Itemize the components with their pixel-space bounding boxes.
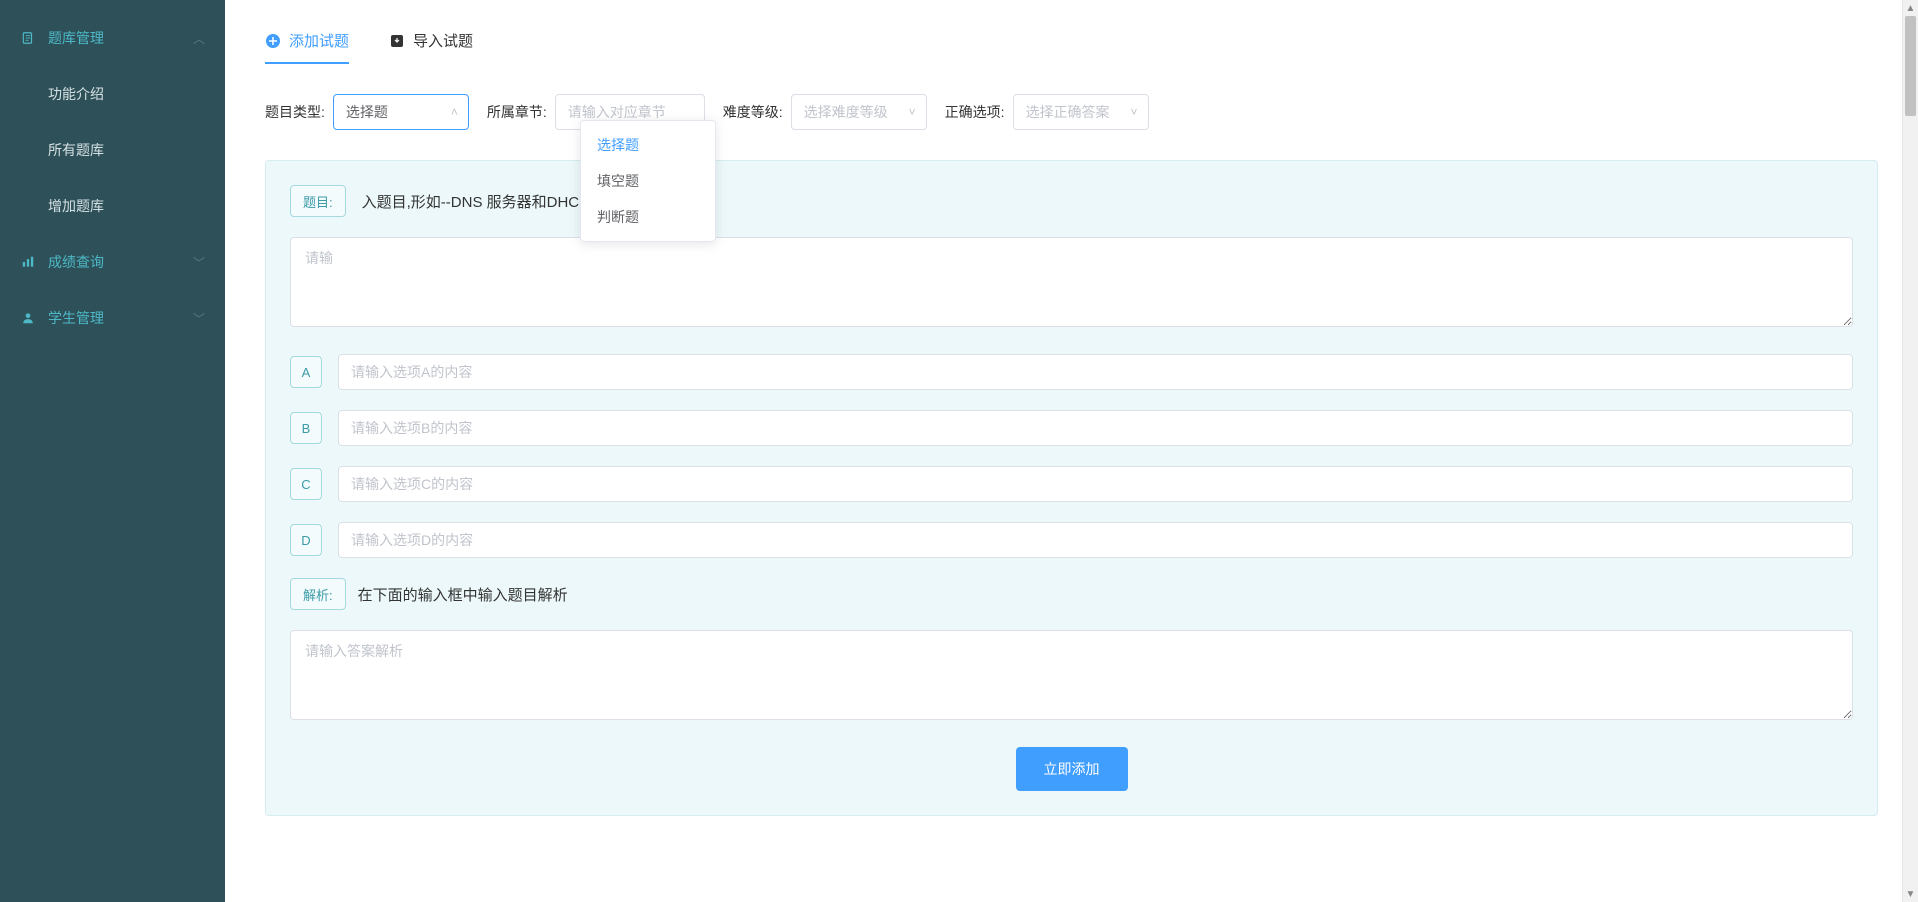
chevron-down-icon: ﹀ — [193, 254, 205, 271]
dropdown-option-judge[interactable]: 判断题 — [581, 199, 715, 235]
scroll-up-icon[interactable]: ▲ — [1903, 0, 1918, 16]
chevron-up-icon: ︿ — [193, 30, 205, 47]
answer-select[interactable]: 选择正确答案 ˅ — [1013, 94, 1149, 130]
sidebar-group-score[interactable]: 成绩查询 ﹀ — [0, 234, 225, 290]
sidebar: 题库管理 ︿ 功能介绍 所有题库 增加题库 成绩查询 ﹀ 学生管理 ﹀ — [0, 0, 225, 902]
user-icon — [20, 310, 36, 326]
option-c-input[interactable] — [338, 466, 1853, 502]
option-a-input[interactable] — [338, 354, 1853, 390]
scrollbar-thumb[interactable] — [1905, 16, 1916, 116]
scrollbar[interactable]: ▲ ▼ — [1902, 0, 1918, 902]
option-c-tag: C — [290, 468, 322, 500]
sidebar-item-intro[interactable]: 功能介绍 — [0, 66, 225, 122]
select-placeholder: 选择难度等级 — [804, 102, 888, 122]
tab-add-question[interactable]: 添加试题 — [265, 30, 349, 63]
chart-icon — [20, 254, 36, 270]
question-panel: 题目: 入题目,形如--DNS 服务器和DHCP服务器的作用是（） A B C … — [265, 160, 1878, 816]
question-textarea[interactable] — [290, 237, 1853, 327]
chevron-down-icon: ﹀ — [193, 310, 205, 327]
chevron-down-icon: ˅ — [909, 105, 916, 119]
filter-row: 题目类型: 选择题 ˄ 所属章节: 难度等级: 选择难度等级 ˅ 正确选项: — [265, 94, 1878, 130]
dropdown-option-choice[interactable]: 选择题 — [581, 127, 715, 163]
select-value: 选择题 — [346, 102, 388, 122]
option-d-input[interactable] — [338, 522, 1853, 558]
option-row-d: D — [290, 522, 1853, 558]
difficulty-select[interactable]: 选择难度等级 ˅ — [791, 94, 927, 130]
answer-label: 正确选项: — [945, 102, 1005, 122]
main-content: 添加试题 导入试题 题目类型: 选择题 ˄ 所属章节: — [225, 0, 1918, 902]
option-row-a: A — [290, 354, 1853, 390]
analysis-tag: 解析: — [290, 578, 346, 610]
dropdown-option-fill[interactable]: 填空题 — [581, 163, 715, 199]
type-label: 题目类型: — [265, 102, 325, 122]
option-a-tag: A — [290, 356, 322, 388]
import-icon — [389, 33, 405, 49]
analysis-hint: 在下面的输入框中输入题目解析 — [358, 584, 568, 605]
tab-import-question[interactable]: 导入试题 — [389, 30, 473, 63]
type-select[interactable]: 选择题 ˄ — [333, 94, 469, 130]
submit-button[interactable]: 立即添加 — [1016, 747, 1128, 791]
sidebar-group-student[interactable]: 学生管理 ﹀ — [0, 290, 225, 346]
sidebar-group-question-bank[interactable]: 题库管理 ︿ — [0, 10, 225, 66]
plus-circle-icon — [265, 33, 281, 49]
analysis-textarea[interactable] — [290, 630, 1853, 720]
sidebar-group-label: 题库管理 — [48, 28, 104, 48]
sidebar-group-label: 学生管理 — [48, 308, 104, 328]
document-icon — [20, 30, 36, 46]
question-tag: 题目: — [290, 185, 346, 217]
option-b-tag: B — [290, 412, 322, 444]
option-row-b: B — [290, 410, 1853, 446]
tabs: 添加试题 导入试题 — [265, 30, 1878, 64]
sidebar-item-all-banks[interactable]: 所有题库 — [0, 122, 225, 178]
difficulty-label: 难度等级: — [723, 102, 783, 122]
sidebar-group-label: 成绩查询 — [48, 252, 104, 272]
option-d-tag: D — [290, 524, 322, 556]
chevron-down-icon: ˅ — [1131, 105, 1138, 119]
chapter-label: 所属章节: — [487, 102, 547, 122]
chevron-up-icon: ˄ — [451, 105, 458, 119]
tab-label: 添加试题 — [289, 30, 349, 51]
sidebar-item-add-bank[interactable]: 增加题库 — [0, 178, 225, 234]
type-dropdown: 选择题 填空题 判断题 — [580, 120, 716, 242]
scroll-down-icon[interactable]: ▼ — [1903, 886, 1918, 902]
option-row-c: C — [290, 466, 1853, 502]
tab-label: 导入试题 — [413, 30, 473, 51]
select-placeholder: 选择正确答案 — [1026, 102, 1110, 122]
option-b-input[interactable] — [338, 410, 1853, 446]
